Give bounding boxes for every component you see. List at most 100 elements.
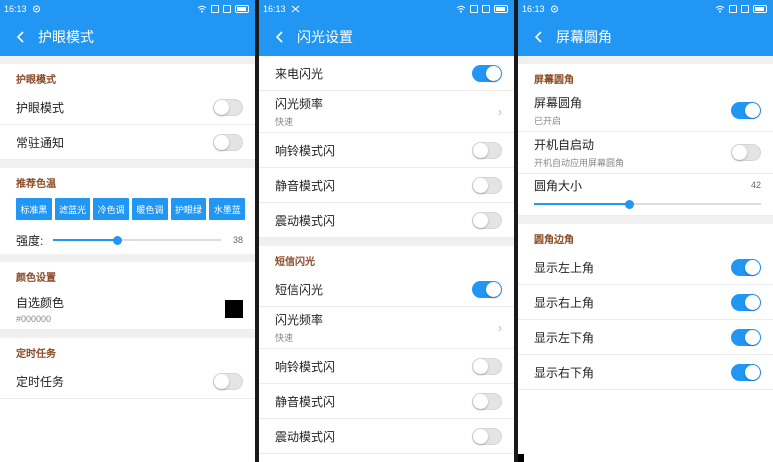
preset-button-blue-filter[interactable]: 滤蓝光 bbox=[54, 198, 91, 220]
sms-ring-toggle[interactable] bbox=[472, 357, 502, 375]
setting-label: 短信闪光 bbox=[275, 282, 324, 297]
section-header-corners: 圆角边角 bbox=[534, 235, 574, 246]
preset-button-ink-blue[interactable]: 水墨蓝 bbox=[209, 198, 246, 220]
corner-size-value: 42 bbox=[750, 180, 761, 190]
chevron-right-icon: › bbox=[498, 320, 502, 335]
status-icons bbox=[197, 4, 249, 13]
color-swatch[interactable] bbox=[225, 299, 243, 318]
status-time: 16:13 bbox=[4, 3, 27, 14]
strength-setting: 强度: 38 bbox=[0, 226, 255, 254]
setting-call-flash[interactable]: 来电闪光 bbox=[259, 56, 514, 91]
setting-autostart[interactable]: 开机自启动 开机自动应用屏幕圆角 bbox=[518, 132, 773, 174]
strength-slider[interactable] bbox=[53, 232, 221, 248]
back-arrow-icon[interactable] bbox=[530, 29, 546, 45]
setting-sms-ring-flash[interactable]: 响铃模式闪 bbox=[259, 349, 514, 384]
corner-size-slider[interactable] bbox=[534, 196, 761, 212]
sms-flash-toggle[interactable] bbox=[472, 280, 502, 298]
back-arrow-icon[interactable] bbox=[271, 29, 287, 45]
battery-icon bbox=[494, 4, 508, 13]
preset-button-cool[interactable]: 冷色调 bbox=[93, 198, 130, 220]
strength-value: 38 bbox=[232, 235, 243, 245]
preset-button-standard-black[interactable]: 标准黑 bbox=[16, 198, 52, 220]
setting-sms-silent-flash[interactable]: 静音模式闪 bbox=[259, 384, 514, 419]
setting-description: 开机自动应用屏幕圆角 bbox=[534, 158, 625, 168]
call-silent-toggle[interactable] bbox=[472, 176, 502, 194]
section-header-timer: 定时任务 bbox=[16, 349, 56, 360]
setting-rounded-corners[interactable]: 屏幕圆角 已开启 bbox=[518, 90, 773, 132]
setting-value: 快速 bbox=[275, 333, 294, 343]
preset-button-eye-green[interactable]: 护眼绿 bbox=[170, 198, 207, 220]
setting-top-right-corner[interactable]: 显示右上角 bbox=[518, 285, 773, 320]
setting-persistent-notification[interactable]: 常驻通知 bbox=[0, 125, 255, 160]
preset-button-warm[interactable]: 暖色调 bbox=[132, 198, 168, 220]
setting-label: 自选颜色 bbox=[16, 295, 65, 310]
timer-toggle[interactable] bbox=[213, 372, 243, 390]
app-bar: 屏幕圆角 bbox=[518, 17, 773, 56]
setting-top-left-corner[interactable]: 显示左上角 bbox=[518, 250, 773, 285]
sim2-icon bbox=[741, 4, 749, 13]
setting-label: 屏幕圆角 bbox=[534, 96, 583, 110]
setting-label: 开机自启动 bbox=[534, 138, 595, 152]
setting-label: 常驻通知 bbox=[16, 135, 65, 150]
setting-eye-mode[interactable]: 护眼模式 bbox=[0, 90, 255, 125]
top-right-toggle[interactable] bbox=[731, 293, 761, 311]
slider-thumb[interactable] bbox=[113, 236, 123, 245]
sim2-icon bbox=[482, 4, 490, 13]
setting-label: 显示左上角 bbox=[534, 260, 595, 275]
setting-label: 闪光频率 bbox=[275, 97, 324, 111]
section-divider bbox=[0, 160, 255, 168]
call-ring-toggle[interactable] bbox=[472, 141, 502, 159]
section-header-sms: 短信闪光 bbox=[275, 257, 315, 268]
setting-bottom-left-corner[interactable]: 显示左下角 bbox=[518, 320, 773, 355]
setting-call-silent-flash[interactable]: 静音模式闪 bbox=[259, 168, 514, 203]
status-time: 16:13 bbox=[263, 3, 286, 14]
back-arrow-icon[interactable] bbox=[12, 29, 28, 45]
color-temp-presets: 标准黑 滤蓝光 冷色调 暖色调 护眼绿 水墨蓝 bbox=[0, 194, 255, 226]
wifi-icon bbox=[715, 5, 725, 13]
call-vibrate-toggle[interactable] bbox=[472, 211, 502, 229]
setting-timer[interactable]: 定时任务 bbox=[0, 364, 255, 399]
call-flash-toggle[interactable] bbox=[472, 64, 502, 82]
bottom-left-toggle[interactable] bbox=[731, 328, 761, 346]
status-bar: 16:13 bbox=[518, 0, 773, 17]
rounded-corners-toggle[interactable] bbox=[731, 102, 761, 119]
setting-bottom-right-corner[interactable]: 显示右下角 bbox=[518, 355, 773, 390]
status-bar: 16:13 bbox=[259, 0, 514, 17]
setting-call-vibrate-flash[interactable]: 震动模式闪 bbox=[259, 203, 514, 238]
bottom-right-toggle[interactable] bbox=[731, 363, 761, 381]
section-header-eye: 护眼模式 bbox=[16, 75, 56, 86]
notification-toggle[interactable] bbox=[213, 133, 243, 151]
sms-vibrate-toggle[interactable] bbox=[472, 427, 502, 445]
section-header-color: 颜色设置 bbox=[16, 273, 56, 284]
setting-value: #000000 bbox=[16, 313, 52, 324]
setting-label: 静音模式闪 bbox=[275, 394, 336, 409]
page-title: 护眼模式 bbox=[38, 28, 94, 45]
app-bar: 闪光设置 bbox=[259, 17, 514, 56]
sms-silent-toggle[interactable] bbox=[472, 392, 502, 410]
setting-sms-flash[interactable]: 短信闪光 bbox=[259, 272, 514, 307]
section-divider bbox=[0, 330, 255, 338]
setting-label: 响铃模式闪 bbox=[275, 359, 336, 374]
setting-sms-flash-frequency[interactable]: 闪光频率 快速 › bbox=[259, 307, 514, 349]
page-title: 屏幕圆角 bbox=[556, 28, 612, 45]
setting-custom-color[interactable]: 自选颜色 #000000 bbox=[0, 288, 255, 330]
section-divider bbox=[0, 254, 255, 262]
status-bar: 16:13 bbox=[0, 0, 255, 17]
section-header-rounded: 屏幕圆角 bbox=[534, 75, 574, 86]
setting-label: 护眼模式 bbox=[16, 100, 65, 115]
page-title: 闪光设置 bbox=[297, 28, 353, 45]
setting-label: 震动模式闪 bbox=[275, 213, 336, 228]
setting-label: 响铃模式闪 bbox=[275, 143, 336, 158]
sim1-icon bbox=[211, 4, 219, 13]
eye-mode-toggle[interactable] bbox=[213, 98, 243, 116]
setting-call-ring-flash[interactable]: 响铃模式闪 bbox=[259, 133, 514, 168]
section-header-color-temp: 推荐色温 bbox=[16, 179, 56, 190]
slider-thumb[interactable] bbox=[625, 200, 635, 209]
top-left-toggle[interactable] bbox=[731, 258, 761, 276]
notification-icon bbox=[291, 5, 300, 13]
setting-sms-vibrate-flash[interactable]: 震动模式闪 bbox=[259, 419, 514, 454]
autostart-toggle[interactable] bbox=[731, 144, 761, 161]
setting-call-flash-frequency[interactable]: 闪光频率 快速 › bbox=[259, 91, 514, 133]
battery-icon bbox=[235, 4, 249, 13]
chevron-right-icon: › bbox=[498, 104, 502, 119]
